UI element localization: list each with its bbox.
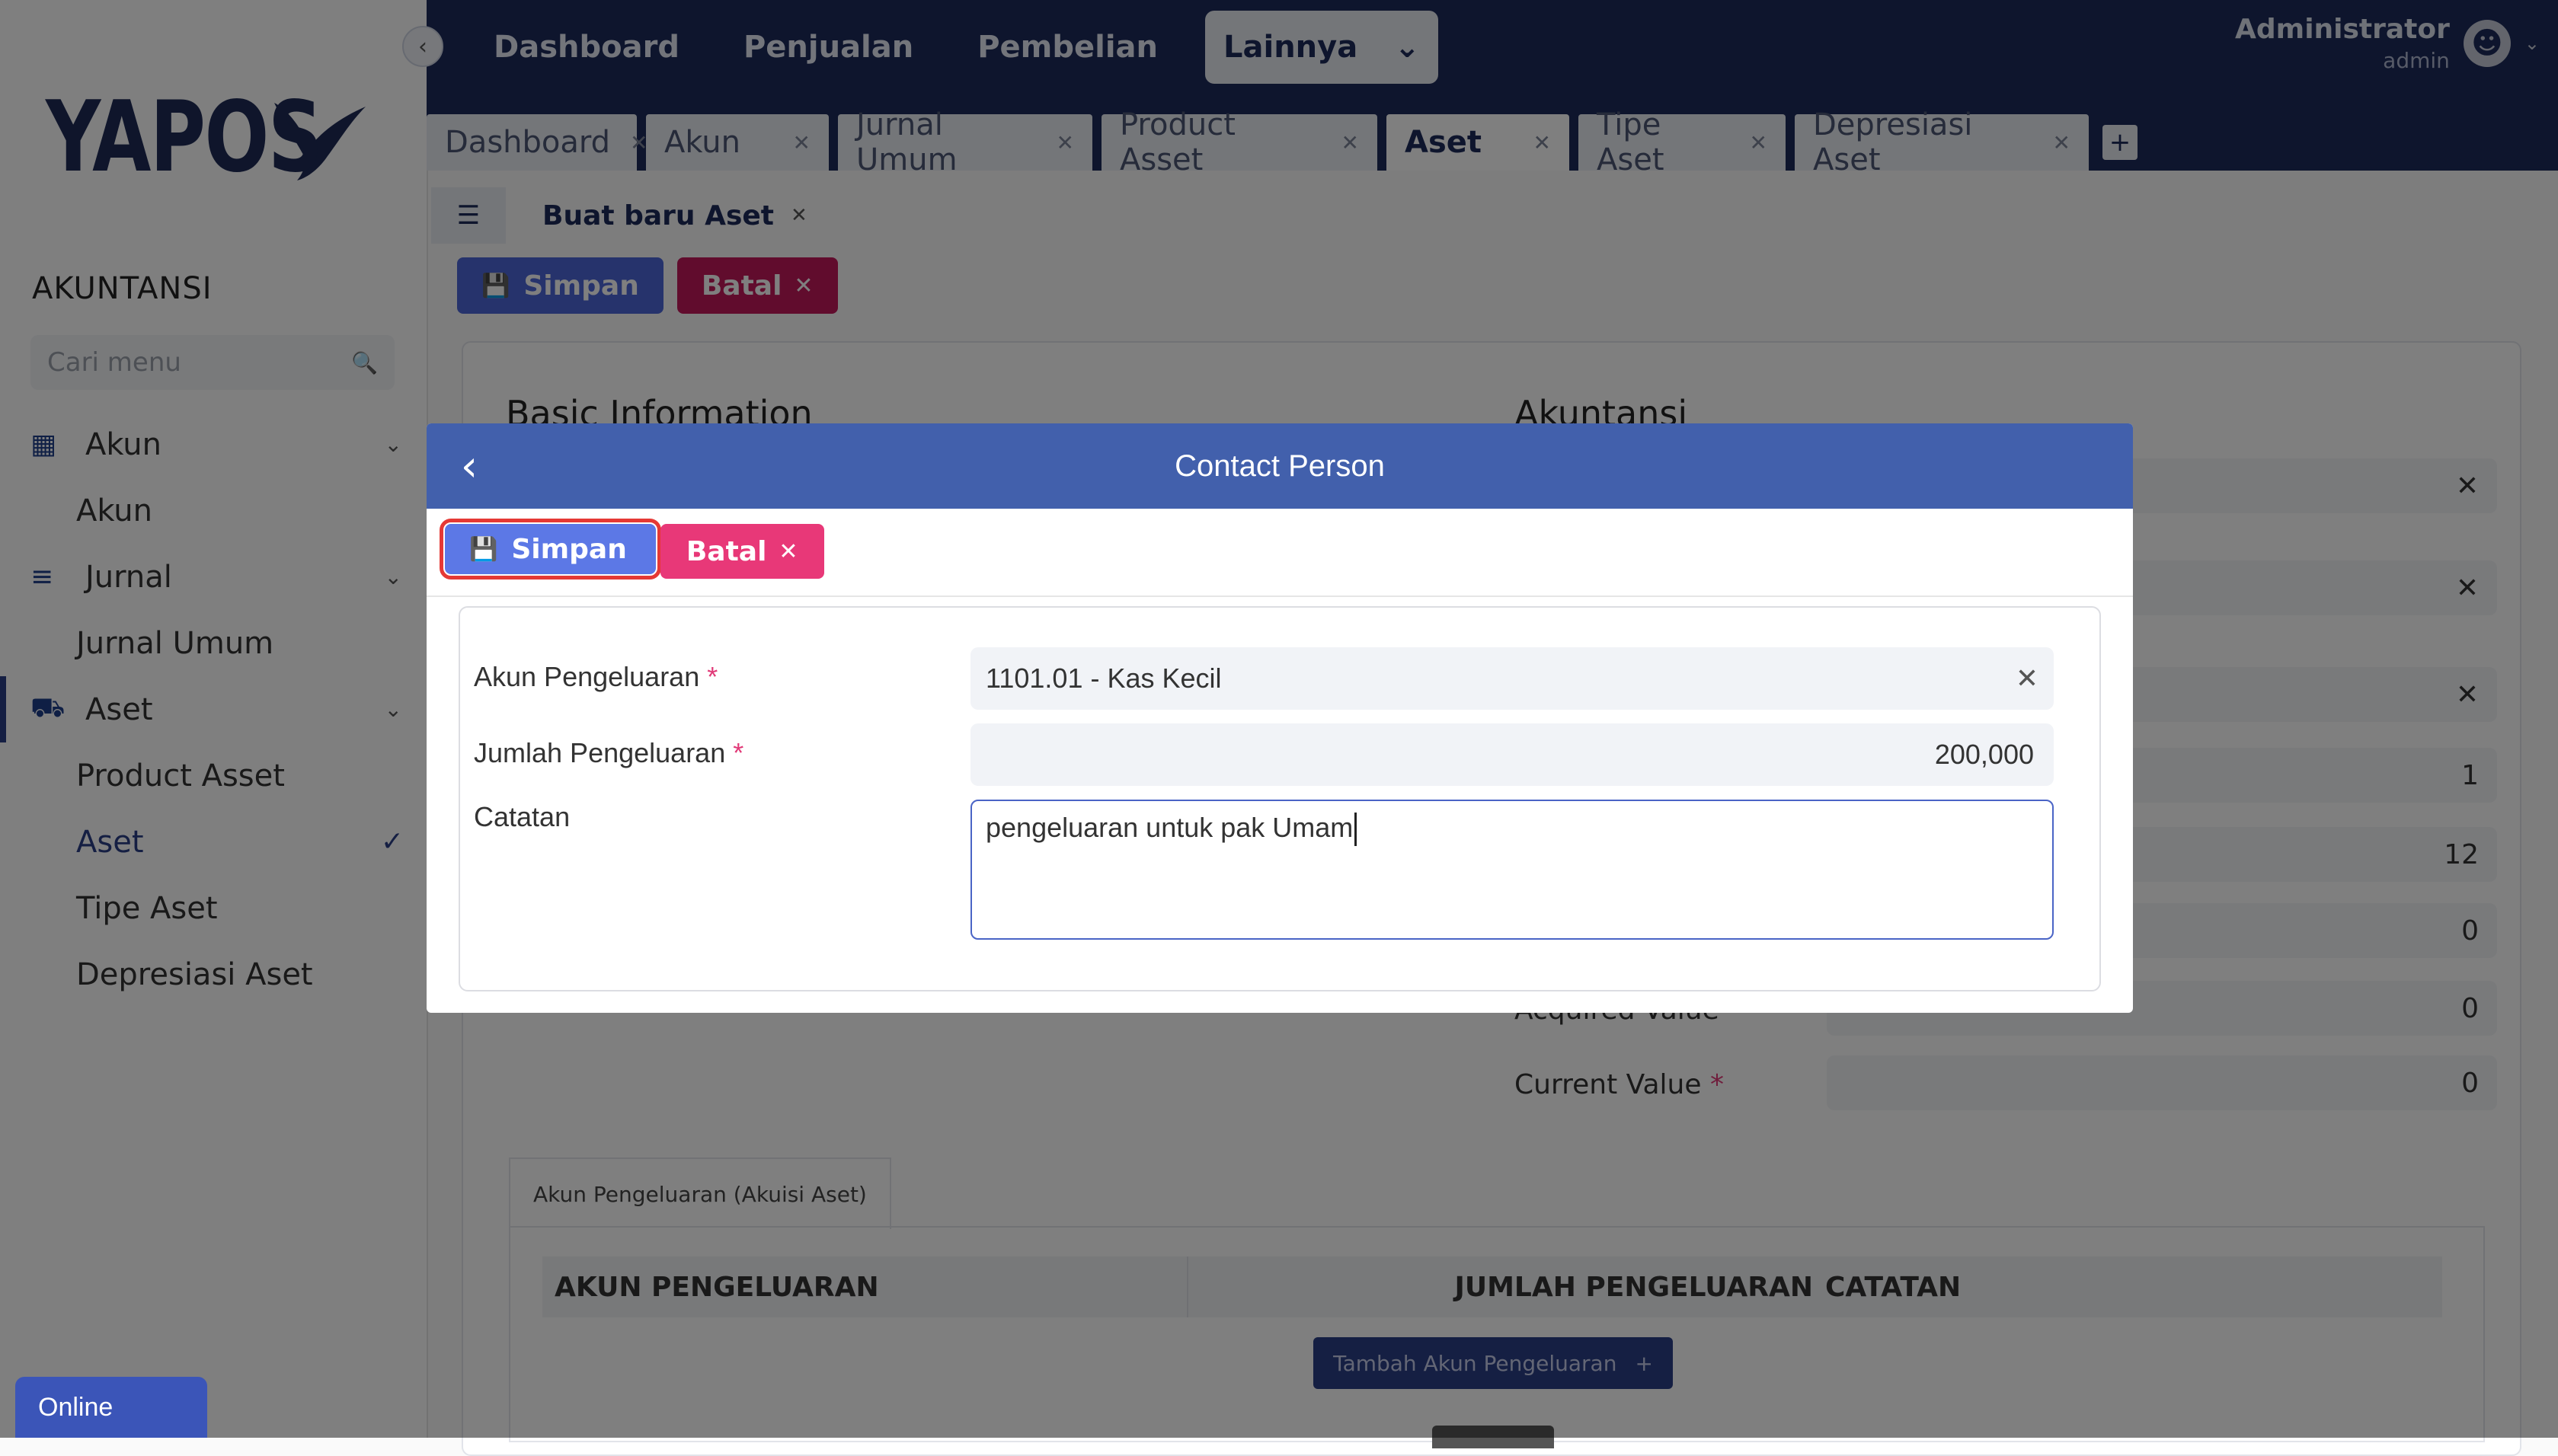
required-marker: * [733,737,744,768]
close-icon: ✕ [779,538,798,565]
modal-header: ‹ Contact Person [427,423,2133,509]
modal-title: Contact Person [1175,449,1385,483]
modal-actions: 💾 Simpan Batal ✕ [440,519,824,580]
modal-cancel-button[interactable]: Batal ✕ [660,524,824,579]
jumlah-pengeluaran-label: Jumlah Pengeluaran * [474,737,743,769]
cancel-label: Batal [686,535,767,567]
back-arrow-icon[interactable]: ‹ [446,442,492,491]
jumlah-pengeluaran-input[interactable]: 200,000 [970,723,2054,786]
modal-divider [427,595,2133,597]
online-status-badge: Online [15,1377,207,1438]
catatan-label: Catatan [474,801,571,832]
field-label-text: Jumlah Pengeluaran [474,737,726,768]
akun-pengeluaran-select[interactable]: 1101.01 - Kas Kecil ✕ [970,647,2054,710]
akun-pengeluaran-value: 1101.01 - Kas Kecil [986,663,1222,694]
clear-icon[interactable]: ✕ [2016,663,2038,694]
contact-person-modal: ‹ Contact Person 💾 Simpan Batal ✕ Akun P… [427,423,2133,1013]
jumlah-pengeluaran-value: 200,000 [1934,739,2034,770]
text-cursor [1354,813,1357,847]
catatan-value: pengeluaran untuk pak Umam [986,812,1354,843]
required-marker: * [707,661,718,692]
akun-pengeluaran-label: Akun Pengeluaran * [474,661,718,693]
save-label: Simpan [511,533,627,565]
catatan-textarea[interactable]: pengeluaran untuk pak Umam [970,800,2054,940]
field-label-text: Akun Pengeluaran [474,661,700,692]
save-icon: 💾 [469,535,498,563]
modal-save-button[interactable]: 💾 Simpan [440,519,661,580]
